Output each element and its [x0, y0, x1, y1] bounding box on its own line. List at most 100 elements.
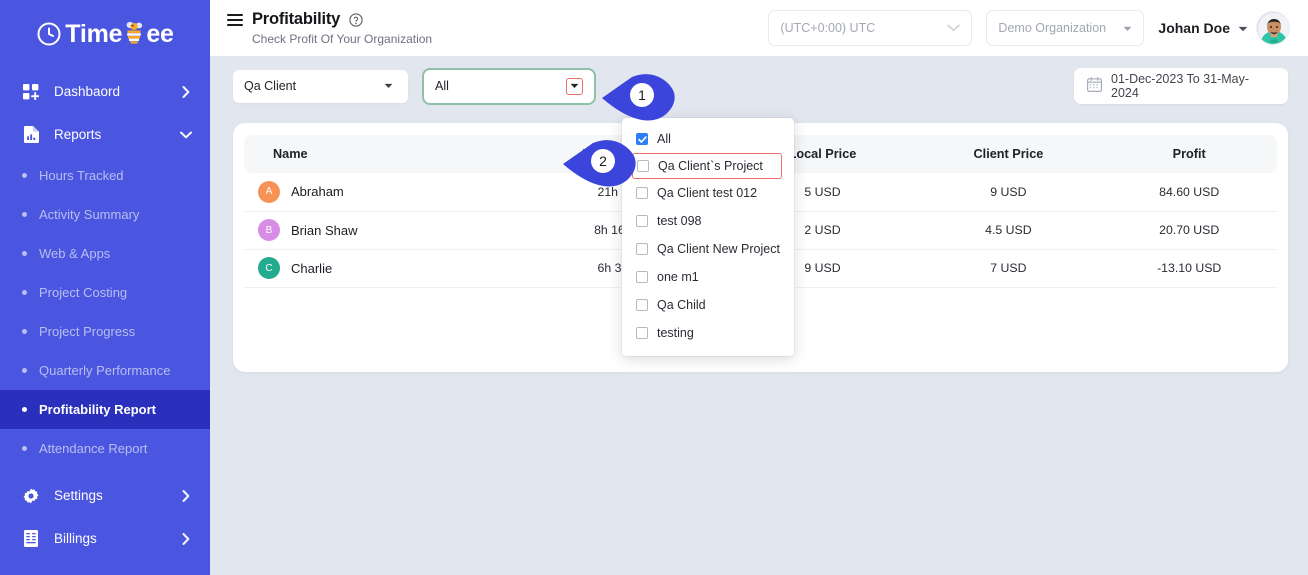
checkbox-icon[interactable]	[636, 271, 648, 283]
main-content: Profitability Check Profit Of Your Organ…	[210, 0, 1308, 575]
bee-icon	[122, 20, 146, 46]
annotation-pin-1: 1	[602, 73, 680, 123]
dropdown-option-label: Qa Client test 012	[657, 186, 758, 200]
chevron-right-icon	[180, 532, 192, 545]
sidebar-subitem-label: Web & Apps	[39, 246, 111, 261]
cell-name: C Charlie	[244, 249, 523, 288]
report-chart-icon	[22, 126, 40, 143]
sidebar-item-label: Settings	[54, 488, 103, 503]
avatar[interactable]	[1256, 11, 1290, 45]
sidebar-subitem-label: Hours Tracked	[39, 168, 124, 183]
chevron-right-icon	[180, 489, 192, 502]
dropdown-option-label: All	[657, 132, 671, 146]
grid-plus-icon	[22, 83, 40, 100]
brand-name-1: Time	[65, 19, 123, 48]
client-select[interactable]: Qa Client	[233, 69, 408, 103]
page-title: Profitability	[252, 10, 341, 28]
organization-value: Demo Organization	[998, 21, 1107, 35]
sidebar-item-reports[interactable]: Reports	[0, 113, 210, 156]
checkbox-icon[interactable]	[636, 243, 648, 255]
page-subtitle: Check Profit Of Your Organization	[252, 32, 433, 46]
avatar: B	[258, 219, 280, 241]
cell-client-price: 4.5 USD	[915, 211, 1102, 250]
column-header-profit: Profit	[1101, 135, 1277, 173]
dropdown-option-one-m1[interactable]: one m1	[622, 263, 794, 291]
sidebar-item-activity-summary[interactable]: Activity Summary	[0, 195, 210, 234]
checkbox-icon[interactable]	[636, 215, 648, 227]
brand-name-2: ee	[146, 19, 174, 48]
bullet-icon	[22, 173, 27, 178]
dropdown-option-label: Qa Child	[657, 298, 706, 312]
dropdown-option-test-098[interactable]: test 098	[622, 207, 794, 235]
column-header-name: Name	[244, 135, 523, 173]
project-select-focus-ring: All	[422, 67, 596, 105]
sidebar-item-hours-tracked[interactable]: Hours Tracked	[0, 156, 210, 195]
date-range-picker[interactable]: 01-Dec-2023 To 31-May-2024	[1074, 68, 1288, 104]
brand-logo[interactable]: Time ee	[0, 0, 210, 68]
sidebar-item-attendance-report[interactable]: Attendance Report	[0, 429, 210, 468]
sidebar-item-label: Dashbaord	[54, 84, 121, 99]
project-dropdown-menu[interactable]: All Qa Client`s Project Qa Client test 0…	[622, 118, 794, 356]
timezone-select[interactable]: (UTC+0:00) UTC	[768, 10, 973, 46]
annotation-number: 2	[599, 153, 607, 169]
bullet-icon	[22, 446, 27, 451]
bullet-icon	[22, 251, 27, 256]
avatar: C	[258, 257, 280, 279]
chevron-down-icon	[947, 21, 961, 35]
sidebar-item-project-progress[interactable]: Project Progress	[0, 312, 210, 351]
bullet-icon	[22, 407, 27, 412]
bullet-icon	[22, 368, 27, 373]
bullet-icon	[22, 212, 27, 217]
user-name: Johan Doe	[1158, 20, 1230, 36]
sidebar-item-profitability-report[interactable]: Profitability Report	[0, 390, 210, 429]
dropdown-option-qa-client-test-012[interactable]: Qa Client test 012	[622, 179, 794, 207]
sidebar: Time ee Dashbaord Reports Hours Tracked …	[0, 0, 210, 575]
caret-down-icon[interactable]	[566, 77, 583, 95]
hamburger-icon[interactable]	[227, 13, 243, 26]
column-header-client-price: Client Price	[915, 135, 1102, 173]
sidebar-item-quarterly-performance[interactable]: Quarterly Performance	[0, 351, 210, 390]
dropdown-option-qa-client-new-project[interactable]: Qa Client New Project	[622, 235, 794, 263]
caret-down-icon	[380, 78, 397, 95]
calendar-icon	[1087, 77, 1103, 95]
checkbox-icon[interactable]	[636, 299, 648, 311]
dropdown-option-label: one m1	[657, 270, 699, 284]
dropdown-option-qa-clients-project[interactable]: Qa Client`s Project	[632, 153, 782, 179]
dropdown-option-all[interactable]: All	[622, 125, 794, 153]
project-select-value: All	[435, 79, 449, 93]
sidebar-item-billings[interactable]: Billings	[0, 517, 210, 560]
dropdown-option-testing[interactable]: testing	[622, 319, 794, 347]
sidebar-item-settings[interactable]: Settings	[0, 474, 210, 517]
sidebar-item-project-costing[interactable]: Project Costing	[0, 273, 210, 312]
header-controls: (UTC+0:00) UTC Demo Organization Johan D…	[768, 10, 1290, 46]
clock-icon	[36, 21, 62, 47]
project-select[interactable]: All	[426, 71, 592, 101]
cell-client-price: 9 USD	[915, 173, 1102, 212]
avatar: A	[258, 180, 280, 203]
organization-select[interactable]: Demo Organization	[986, 10, 1145, 46]
cell-profit: -13.10 USD	[1101, 249, 1277, 288]
sidebar-subitem-label: Attendance Report	[39, 441, 148, 456]
sidebar-subitem-label: Profitability Report	[39, 402, 157, 417]
date-range-value: 01-Dec-2023 To 31-May-2024	[1111, 72, 1250, 100]
dropdown-option-qa-child[interactable]: Qa Child	[622, 291, 794, 319]
user-menu[interactable]: Johan Doe	[1158, 11, 1290, 45]
user-name: Abraham	[291, 184, 344, 200]
bullet-icon	[22, 329, 27, 334]
filter-bar: Qa Client All 01-Dec-2023 To 31-May-2024	[210, 56, 1308, 116]
dropdown-option-label: testing	[657, 326, 694, 340]
checkbox-icon[interactable]	[636, 327, 648, 339]
sidebar-subitem-label: Activity Summary	[39, 207, 140, 222]
sidebar-item-web-and-apps[interactable]: Web & Apps	[0, 234, 210, 273]
sidebar-item-dashboard[interactable]: Dashbaord	[0, 70, 210, 113]
top-header: Profitability Check Profit Of Your Organ…	[210, 0, 1308, 56]
cell-name: B Brian Shaw	[244, 211, 523, 250]
user-name: Brian Shaw	[291, 222, 358, 238]
cell-client-price: 7 USD	[915, 249, 1102, 288]
chevron-right-icon	[180, 85, 192, 98]
chevron-down-icon	[180, 131, 192, 139]
help-circle-icon[interactable]	[349, 12, 363, 27]
sidebar-nav: Dashbaord Reports Hours Tracked Activity…	[0, 70, 210, 560]
dropdown-option-label: Qa Client New Project	[657, 242, 780, 256]
annotation-pin-2: 2	[563, 139, 641, 189]
